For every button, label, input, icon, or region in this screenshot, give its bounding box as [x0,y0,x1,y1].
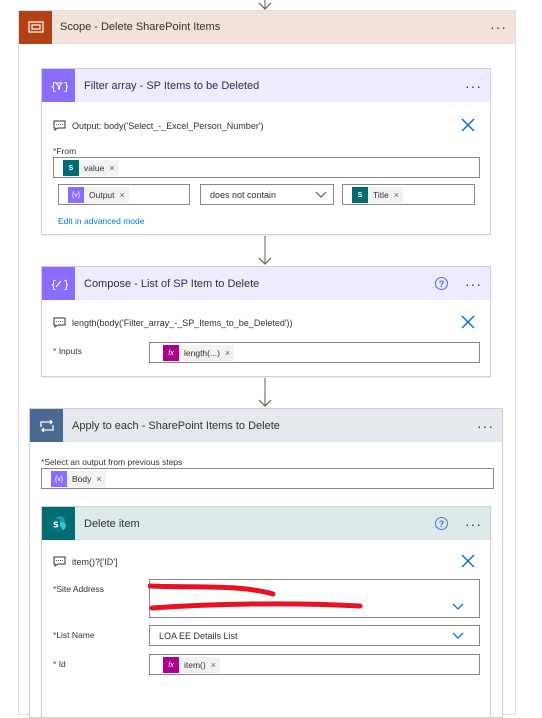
chevron-down-icon[interactable] [452,603,464,611]
remove-token-icon[interactable]: × [96,474,101,484]
chevron-down-icon [315,191,327,198]
inputs-token: fx length(...) × [163,345,235,361]
condition-operator-value: does not contain [210,190,277,200]
compose-comment-text: length(body('Filter_array_-_SP_Items_to_… [72,317,293,328]
chevron-down-icon [452,632,464,639]
delete-item-header[interactable]: S Delete item ? ··· [42,507,490,540]
remove-token-icon[interactable]: × [394,190,399,200]
list-name-value: LOA EE Details List [159,631,238,641]
filter-array-comment-text: Output: body('Select_-_Excel_Person_Numb… [72,120,264,131]
compose-more-options-button[interactable]: ··· [465,276,482,292]
scope-icon [19,10,52,44]
from-field[interactable]: S value × [53,157,480,178]
svg-text:S: S [53,520,59,529]
scope-title: Scope - Delete SharePoint Items [60,21,221,33]
remove-token-icon[interactable]: × [109,163,114,173]
sharepoint-icon: S [42,507,75,540]
list-name-label: *List Name [53,630,95,640]
help-icon[interactable]: ? [435,277,448,290]
select-output-field[interactable]: {v} Body × [41,468,494,489]
delete-item-card: S Delete item ? ··· item()?['ID'] *Site … [41,506,491,718]
comment-icon [53,317,66,328]
svg-text:{: { [50,278,57,291]
inputs-label: * Inputs [53,346,82,356]
remove-token-icon[interactable]: × [225,348,230,358]
remove-token-icon[interactable]: × [211,660,216,670]
id-token: fx item() × [163,657,220,673]
compose-close-comment-icon[interactable] [461,315,475,329]
condition-operator-select[interactable]: does not contain [200,184,334,205]
apply-to-each-header[interactable]: Apply to each - SharePoint Items to Dele… [30,409,502,442]
filter-array-close-comment-icon[interactable] [461,118,475,132]
condition-right-token: S Title × [352,187,404,203]
filter-array-title: Filter array - SP Items to be Deleted [84,79,260,92]
condition-right-field[interactable]: S Title × [342,184,475,205]
filter-array-more-options-button[interactable]: ··· [465,78,482,94]
filter-array-card: {} Filter array - SP Items to be Deleted… [41,68,491,235]
compose-header[interactable]: {} Compose - List of SP Item to Delete ?… [42,267,490,300]
data-operation-icon: {} [42,69,75,102]
scope-header[interactable]: Scope - Delete SharePoint Items ··· [19,10,515,44]
filter-array-comment: Output: body('Select_-_Excel_Person_Numb… [53,120,264,131]
svg-text:}: } [63,278,68,291]
delete-item-title: Delete item [84,517,140,530]
apply-to-each-more-options-button[interactable]: ··· [477,418,494,434]
loop-icon [30,409,63,442]
condition-left-field[interactable]: {v} Output × [58,184,190,205]
comment-icon [53,120,66,131]
scope-more-options-button[interactable]: ··· [490,19,507,35]
id-field[interactable]: fx item() × [149,654,480,675]
sharepoint-icon: S [63,160,79,176]
svg-text:{: { [50,80,57,93]
delete-item-comment-text: item()?['ID'] [72,556,118,567]
site-address-field[interactable] [148,579,480,618]
sharepoint-icon: S [352,187,368,203]
compose-icon: {} [42,267,75,300]
expression-icon: fx [163,345,179,361]
delete-item-more-options-button[interactable]: ··· [465,516,482,532]
edit-advanced-mode-link[interactable]: Edit in advanced mode [58,216,144,226]
select-output-token: {v} Body × [51,471,106,487]
from-token-value: S value × [63,160,119,176]
apply-to-each-title: Apply to each - SharePoint Items to Dele… [72,419,280,432]
svg-text:}: } [63,80,68,93]
redaction-scribble [148,583,363,611]
condition-left-token: {v} Output × [68,187,129,203]
site-address-label: *Site Address [53,584,105,594]
apply-to-each-container: Apply to each - SharePoint Items to Dele… [29,408,503,718]
compose-card: {} Compose - List of SP Item to Delete ?… [41,266,491,377]
inputs-field[interactable]: fx length(...) × [149,342,480,363]
help-icon[interactable]: ? [435,517,448,530]
data-operation-token-icon: {v} [68,187,84,203]
delete-item-close-comment-icon[interactable] [461,554,475,568]
remove-token-icon[interactable]: × [120,190,125,200]
from-label: *From [53,146,77,156]
delete-item-comment: item()?['ID'] [53,556,117,567]
filter-array-header[interactable]: {} Filter array - SP Items to be Deleted… [42,69,490,102]
data-operation-token-icon: {v} [51,471,67,487]
select-output-label: *Select an output from previous steps [41,457,183,467]
list-name-select[interactable]: LOA EE Details List [149,625,480,646]
expression-icon: fx [163,657,179,673]
compose-title: Compose - List of SP Item to Delete [84,277,260,290]
comment-icon [53,556,66,567]
compose-comment: length(body('Filter_array_-_SP_Items_to_… [53,317,293,328]
id-label: * Id [53,659,66,669]
